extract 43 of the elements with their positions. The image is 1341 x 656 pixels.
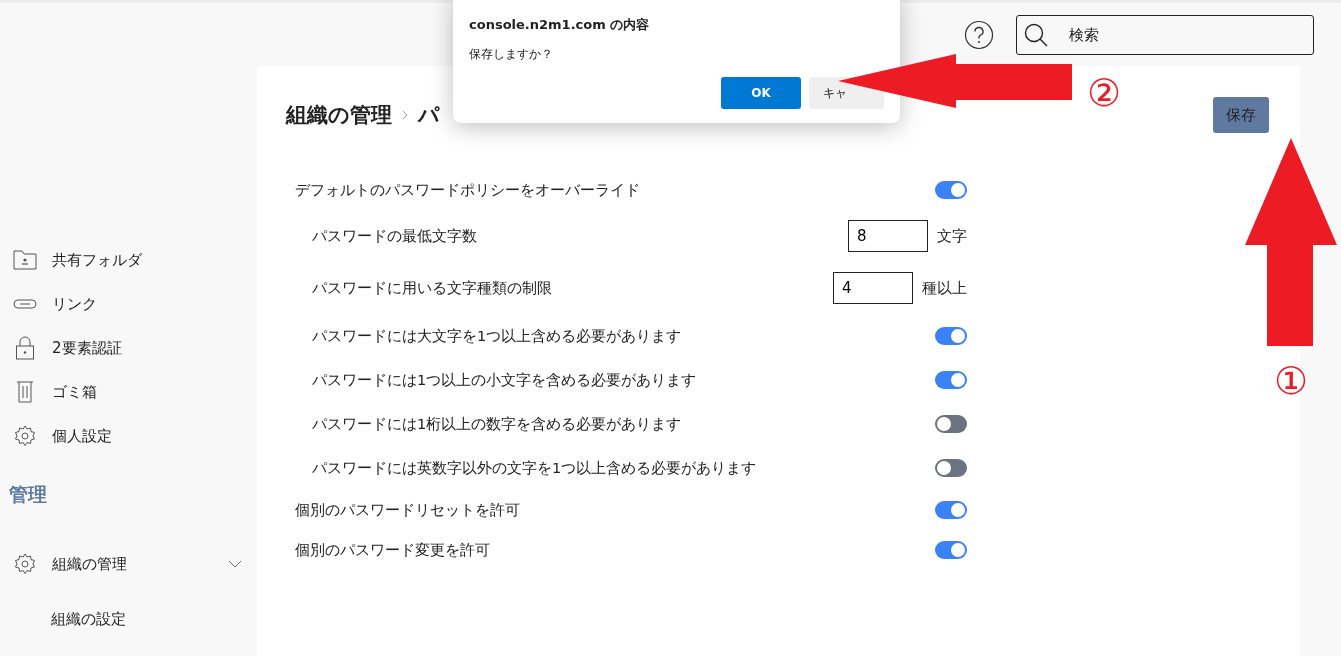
toggle-switch[interactable] [935,327,967,345]
toggle-switch[interactable] [935,371,967,389]
toggle-switch[interactable] [935,181,967,199]
search-field[interactable]: 検索 [1016,14,1314,55]
folder-icon [12,250,38,270]
sidebar-item[interactable]: リンク [0,282,257,326]
breadcrumb-item[interactable]: 組織の管理 [286,101,392,129]
dialog-title: console.n2m1.com の内容 [469,16,651,34]
save-button[interactable]: 保存 [1213,97,1269,133]
sidebar-item[interactable]: 個人設定 [0,414,257,458]
setting-label: パスワードに用いる文字種類の制限 [312,278,552,298]
sidebar-item[interactable]: 共有フォルダ [0,238,257,282]
help-icon[interactable] [964,19,994,50]
step-number: ② [1087,74,1122,112]
sidebar-item[interactable]: 2要素認証 [0,326,257,370]
setting-label: パスワードには大文字を1つ以上含める必要があります [312,326,682,346]
number-field[interactable]: 8 [848,220,928,252]
toggle-switch[interactable] [935,541,967,559]
unit-label: 文字 [937,226,967,246]
toggle-switch[interactable] [935,459,967,477]
ok-button[interactable]: OK [721,77,801,109]
breadcrumb-item: パ [418,102,440,129]
sidebar-item[interactable]: ゴミ箱 [0,370,257,414]
setting-label: 個別のパスワードリセットを許可 [295,500,520,520]
setting-label: パスワードには英数字以外の文字を1つ以上含める必要があります [312,458,757,478]
link-icon [12,298,38,310]
unit-label: 種以上 [922,278,967,298]
setting-label: パスワードには1桁以上の数字を含める必要があります [312,414,682,434]
setting-label: パスワードには1つ以上の小文字を含める必要があります [312,370,697,390]
setting-label: 個別のパスワード変更を許可 [295,540,490,560]
dialog-message: 保存しますか？ [469,46,554,63]
sidebar-item[interactable]: 組織の設定 [0,586,257,629]
gear-icon [12,552,38,576]
setting-label: パスワードの最低文字数 [312,226,477,246]
section-heading: 管理 [8,482,48,507]
toggle-switch[interactable] [935,415,967,433]
step-number: ① [1274,362,1309,400]
setting-label: デフォルトのパスワードポリシーをオーバーライド [295,180,640,200]
number-field[interactable]: 4 [833,272,913,304]
sidebar-item[interactable]: 組織の管理 [0,542,257,586]
gear-icon [12,424,38,448]
toggle-switch[interactable] [935,501,967,519]
breadcrumb-separator-icon [402,110,408,120]
